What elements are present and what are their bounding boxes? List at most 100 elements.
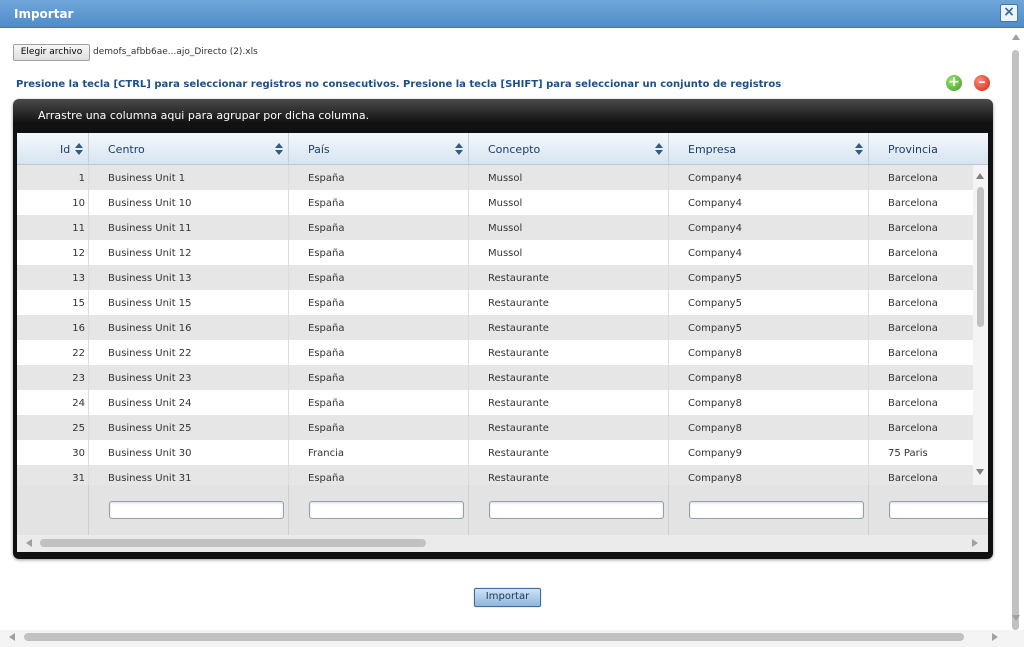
choose-file-button[interactable]: Elegir archivo [13, 44, 90, 61]
scroll-up-icon[interactable] [976, 173, 984, 179]
cell-empresa: Company4 [669, 240, 869, 265]
column-header-label: Empresa [688, 143, 737, 156]
grid-horizontal-scrollbar[interactable] [17, 535, 988, 552]
column-header-label: Concepto [488, 143, 541, 156]
cell-empresa: Company8 [669, 365, 869, 390]
cell-id: 11 [17, 215, 89, 240]
column-header-label: Id [60, 143, 71, 156]
cell-id: 23 [17, 365, 89, 390]
sort-icon[interactable] [275, 143, 283, 155]
filter-cell-provincia [869, 485, 988, 535]
cell-empresa: Company5 [669, 315, 869, 340]
cell-empresa: Company4 [669, 215, 869, 240]
minus-circle-icon[interactable]: – [974, 75, 990, 91]
cell-empresa: Company8 [669, 340, 869, 365]
cell-empresa: Company5 [669, 265, 869, 290]
cell-id: 22 [17, 340, 89, 365]
cell-pais: España [289, 215, 469, 240]
cell-concepto: Mussol [469, 215, 669, 240]
column-header-centro[interactable]: Centro [89, 133, 289, 164]
cell-concepto: Restaurante [469, 365, 669, 390]
scroll-thumb[interactable] [24, 633, 964, 641]
column-header-id[interactable]: Id [17, 133, 89, 164]
scroll-down-icon[interactable] [976, 469, 984, 475]
page-vertical-scrollbar[interactable] [1008, 30, 1024, 630]
sort-icon[interactable] [455, 143, 463, 155]
filter-input-concepto[interactable] [489, 501, 664, 519]
page-horizontal-scrollbar[interactable] [0, 630, 1008, 647]
cell-id: 10 [17, 190, 89, 215]
selection-hint: Presione la tecla [CTRL] para selecciona… [16, 79, 782, 90]
cell-pais: España [289, 390, 469, 415]
table-row[interactable]: 15 Business Unit 15 España Restaurante C… [17, 290, 973, 315]
selected-file-name: demofs_afbb6ae...ajo_Directo (2).xls [93, 47, 258, 57]
cell-pais: España [289, 415, 469, 440]
sort-icon[interactable] [75, 143, 83, 155]
cell-centro: Business Unit 22 [89, 340, 289, 365]
cell-provincia: Barcelona [888, 323, 938, 334]
cell-centro: Business Unit 10 [89, 190, 289, 215]
filter-cell-id [17, 485, 89, 535]
cell-pais: España [289, 240, 469, 265]
scrollbar-corner [1008, 630, 1024, 647]
scroll-right-icon[interactable] [992, 633, 998, 641]
scroll-up-icon[interactable] [1012, 34, 1020, 40]
filter-input-empresa[interactable] [689, 501, 864, 519]
column-header-concepto[interactable]: Concepto [469, 133, 669, 164]
table-row[interactable]: 23 Business Unit 23 España Restaurante C… [17, 365, 973, 390]
cell-provincia: Barcelona [888, 473, 938, 484]
table-row[interactable]: 13 Business Unit 13 España Restaurante C… [17, 265, 973, 290]
sort-icon[interactable] [655, 143, 663, 155]
cell-centro: Business Unit 12 [89, 240, 289, 265]
filter-input-pais[interactable] [309, 501, 464, 519]
cell-concepto: Restaurante [469, 265, 669, 290]
filter-cell-centro [89, 485, 289, 535]
cell-id: 25 [17, 415, 89, 440]
scroll-down-icon[interactable] [1012, 615, 1020, 621]
column-header-label: País [308, 143, 330, 156]
cell-empresa: Company4 [669, 190, 869, 215]
column-header-provincia[interactable]: Provincia [869, 133, 988, 164]
cell-provincia: Barcelona [888, 198, 938, 209]
cell-provincia: Barcelona [888, 248, 938, 259]
cell-empresa: Company5 [669, 290, 869, 315]
filter-input-centro[interactable] [109, 501, 284, 519]
cell-centro: Business Unit 11 [89, 215, 289, 240]
cell-empresa: Company8 [669, 415, 869, 440]
table-row[interactable]: 24 Business Unit 24 España Restaurante C… [17, 390, 973, 415]
cell-id: 15 [17, 290, 89, 315]
cell-concepto: Restaurante [469, 415, 669, 440]
table-row[interactable]: 31 Business Unit 31 España Restaurante C… [17, 465, 973, 485]
cell-pais: España [289, 265, 469, 290]
column-header-empresa[interactable]: Empresa [669, 133, 869, 164]
scroll-thumb[interactable] [977, 187, 984, 327]
sort-icon[interactable] [855, 143, 863, 155]
close-icon[interactable]: × [1000, 4, 1018, 22]
table-row[interactable]: 30 Business Unit 30 Francia Restaurante … [17, 440, 973, 465]
plus-circle-icon[interactable]: + [946, 75, 962, 91]
column-header-pais[interactable]: País [289, 133, 469, 164]
cell-pais: España [289, 465, 469, 485]
scroll-right-icon[interactable] [972, 539, 978, 547]
scroll-thumb[interactable] [40, 539, 426, 547]
table-row[interactable]: 25 Business Unit 25 España Restaurante C… [17, 415, 973, 440]
cell-concepto: Restaurante [469, 465, 669, 485]
cell-provincia: Barcelona [888, 273, 938, 284]
filter-row [17, 485, 988, 535]
import-button[interactable]: Importar [474, 588, 541, 607]
column-header-label: Provincia [888, 143, 938, 156]
table-row[interactable]: 22 Business Unit 22 España Restaurante C… [17, 340, 973, 365]
scroll-thumb[interactable] [1012, 50, 1019, 630]
table-row[interactable]: 1 Business Unit 1 España Mussol Company4… [17, 165, 973, 190]
cell-concepto: Mussol [469, 190, 669, 215]
grid-vertical-scrollbar[interactable] [973, 165, 988, 485]
cell-provincia: 75 Paris [888, 448, 928, 459]
table-row[interactable]: 11 Business Unit 11 España Mussol Compan… [17, 215, 973, 240]
scroll-left-icon[interactable] [26, 539, 32, 547]
table-row[interactable]: 12 Business Unit 12 España Mussol Compan… [17, 240, 973, 265]
group-by-panel[interactable]: Arrastre una columna aqui para agrupar p… [38, 109, 369, 122]
table-row[interactable]: 10 Business Unit 10 España Mussol Compan… [17, 190, 973, 215]
filter-input-provincia[interactable] [889, 501, 988, 519]
scroll-left-icon[interactable] [9, 633, 15, 641]
table-row[interactable]: 16 Business Unit 16 España Restaurante C… [17, 315, 973, 340]
